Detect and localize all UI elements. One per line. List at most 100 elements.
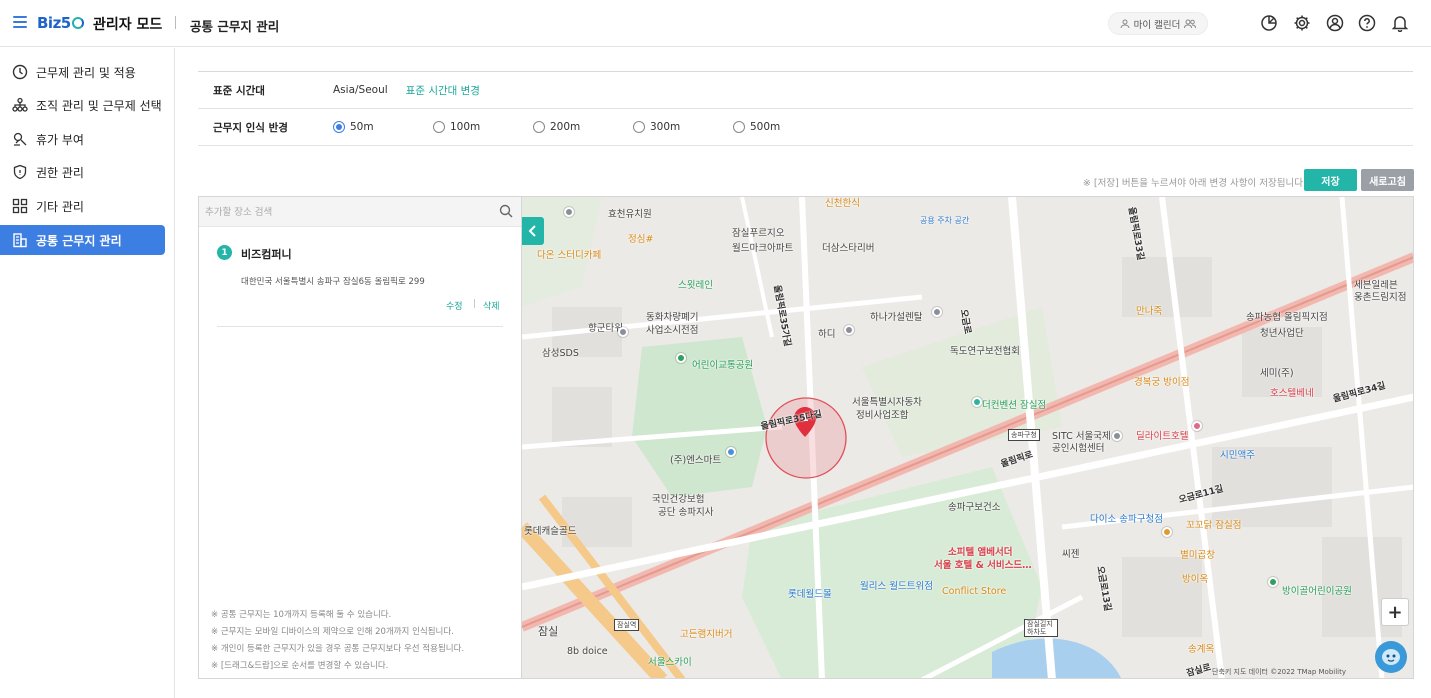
radius-option-200m[interactable]: 200m (533, 121, 633, 133)
sidebar-item-work-system[interactable]: 근무제 관리 및 적용 (0, 57, 165, 87)
map-label[interactable]: 사업소시전점 (646, 322, 698, 336)
radio-button[interactable] (733, 121, 745, 133)
map-label[interactable]: 효천유치원 (608, 206, 652, 220)
poi-pin-icon[interactable] (676, 353, 686, 363)
sidebar-item-etc[interactable]: 기타 관리 (0, 191, 165, 221)
map[interactable]: 1 효천유치원 신천한식 공용 주차 공간 정심# 잠실푸르지오 월드마크아파트… (522, 196, 1414, 679)
radio-button[interactable] (433, 121, 445, 133)
save-notice: ※ [저장] 버튼을 누르셔야 아래 변경 사항이 저장됩니다. (1082, 178, 1306, 189)
radius-option-500m[interactable]: 500m (733, 121, 833, 133)
map-label[interactable]: 서울특별시자동차 (852, 394, 922, 408)
map-label[interactable]: 국민건강보험 (652, 491, 704, 505)
map-label[interactable]: 신천한식 (825, 197, 860, 209)
map-label[interactable]: 정심# (628, 231, 653, 245)
map-label[interactable]: 씨젠 (1062, 546, 1079, 560)
save-button[interactable]: 저장 (1304, 169, 1357, 191)
map-label[interactable]: 방이옥 (1182, 571, 1208, 585)
map-label[interactable]: 공단 송파지사 (658, 504, 713, 518)
gear-icon[interactable] (1291, 12, 1313, 34)
poi-pin-icon[interactable] (1192, 421, 1202, 431)
help-icon[interactable] (1356, 12, 1378, 34)
map-label[interactable]: 소피텔 앰베서더 (948, 544, 1013, 558)
menu-icon[interactable] (13, 16, 27, 28)
map-label[interactable]: 독도연구보전협회 (950, 343, 1020, 357)
map-label[interactable]: Conflict Store (942, 586, 1006, 597)
refresh-button[interactable]: 새로고침 (1361, 169, 1414, 191)
search-icon[interactable] (499, 204, 513, 218)
map-label[interactable]: 꼬꼬닭 잠실점 (1186, 517, 1241, 531)
sidebar-item-vacation[interactable]: 휴가 부여 (0, 124, 165, 154)
chatbot-icon[interactable] (1375, 641, 1407, 673)
map-label[interactable]: 서울 호텔 & 서비스드… (934, 557, 1032, 571)
map-label[interactable]: 정비사업조합 (856, 407, 908, 421)
map-label[interactable]: 청년사업단 (1260, 325, 1304, 339)
timezone-change-link[interactable]: 표준 시간대 변경 (406, 83, 480, 98)
edit-link[interactable]: 수정 (446, 299, 463, 312)
zoom-in-button[interactable]: + (1381, 598, 1409, 626)
my-calendar-button[interactable]: 마이 캘린더 (1108, 12, 1208, 35)
map-label[interactable]: 경복궁 방이점 (1134, 374, 1189, 388)
poi-pin-icon[interactable] (564, 207, 574, 217)
map-label[interactable]: 송파구보건소 (948, 499, 1000, 513)
map-label[interactable]: 별미곱창 (1180, 547, 1215, 561)
radius-option-50m[interactable]: 50m (333, 121, 433, 133)
map-label[interactable]: 하나가설렌탈 (870, 309, 922, 323)
map-label[interactable]: 다이소 송파구청점 (1090, 511, 1163, 525)
map-label[interactable]: 롯데월드몰 (788, 586, 832, 600)
map-label[interactable]: (주)엔스마트 (670, 452, 721, 466)
map-label[interactable]: 시민액주 (1220, 447, 1255, 461)
map-label[interactable]: 롯데캐슬골드 (524, 523, 576, 537)
search-input[interactable] (205, 203, 485, 221)
radio-button[interactable] (533, 121, 545, 133)
map-label[interactable]: 세미(주) (1260, 365, 1294, 379)
sidebar-item-common-workplace[interactable]: 공통 근무지 관리 (0, 225, 165, 255)
poi-pin-icon[interactable] (1268, 577, 1278, 587)
map-label[interactable]: 더컨벤션 잠실점 (982, 397, 1046, 411)
poi-pin-icon[interactable] (618, 327, 628, 337)
logo[interactable]: Biz5 (37, 11, 84, 35)
map-label[interactable]: 만나죽 (1136, 303, 1162, 317)
map-label[interactable]: 삼성SDS (542, 345, 579, 359)
map-label[interactable]: 다온 스터디카페 (537, 247, 601, 261)
poi-pin-icon[interactable] (972, 397, 982, 407)
map-label[interactable]: 잠실푸르지오 (732, 225, 784, 239)
map-label[interactable]: 잠실역 (614, 619, 640, 631)
map-label[interactable]: 월드마크아파트 (732, 240, 793, 254)
map-label[interactable]: 하디 (818, 326, 835, 340)
map-label[interactable]: 공용 주차 공간 (920, 215, 969, 226)
sidebar-item-organization[interactable]: 조직 관리 및 근무제 선택 (0, 90, 165, 120)
map-label[interactable]: 월리스 월드트위점 (860, 578, 933, 592)
radio-button[interactable] (633, 121, 645, 133)
map-label[interactable]: 더삼스타리버 (822, 240, 874, 254)
map-label[interactable]: 송파구청 (1008, 429, 1040, 441)
poi-pin-icon[interactable] (1162, 527, 1172, 537)
radius-option-100m[interactable]: 100m (433, 121, 533, 133)
map-label[interactable]: 호스텔베네 (1270, 385, 1314, 399)
map-label[interactable]: 방이골어린이공원 (1282, 583, 1352, 597)
delete-link[interactable]: 삭제 (483, 299, 500, 312)
map-label[interactable]: 스윗레인 (678, 277, 713, 291)
map-label[interactable]: 공인시험센터 (1052, 440, 1104, 454)
panel-collapse-button[interactable] (522, 217, 544, 245)
poi-pin-icon[interactable] (844, 325, 854, 335)
user-circle-icon[interactable] (1324, 12, 1346, 34)
radius-option-300m[interactable]: 300m (633, 121, 733, 133)
map-label[interactable]: 딜라이트호텔 (1136, 428, 1188, 442)
map-label[interactable]: 어린이교통공원 (692, 357, 753, 371)
map-label[interactable]: 송계옥 (1188, 641, 1214, 655)
map-label[interactable]: 웅촌드림지점 (1354, 289, 1406, 303)
map-label[interactable]: 송파농협 올림픽지점 (1246, 309, 1328, 323)
map-label[interactable]: 동화차량폐기 (646, 309, 698, 323)
map-label[interactable]: 고든램지버거 (680, 626, 732, 640)
bell-icon[interactable] (1389, 12, 1411, 34)
map-label[interactable]: 잠실길지하차도 (1024, 619, 1058, 637)
map-label[interactable]: 8b doice (567, 646, 608, 657)
poi-pin-icon[interactable] (726, 447, 736, 457)
poi-pin-icon[interactable] (932, 307, 942, 317)
map-label[interactable]: 잠실 (538, 623, 558, 639)
pie-chart-icon[interactable] (1258, 12, 1280, 34)
poi-pin-icon[interactable] (1112, 431, 1122, 441)
radio-button[interactable] (333, 121, 345, 133)
map-label[interactable]: 서울스카이 (648, 654, 692, 668)
sidebar-item-permission[interactable]: 권한 관리 (0, 157, 165, 187)
